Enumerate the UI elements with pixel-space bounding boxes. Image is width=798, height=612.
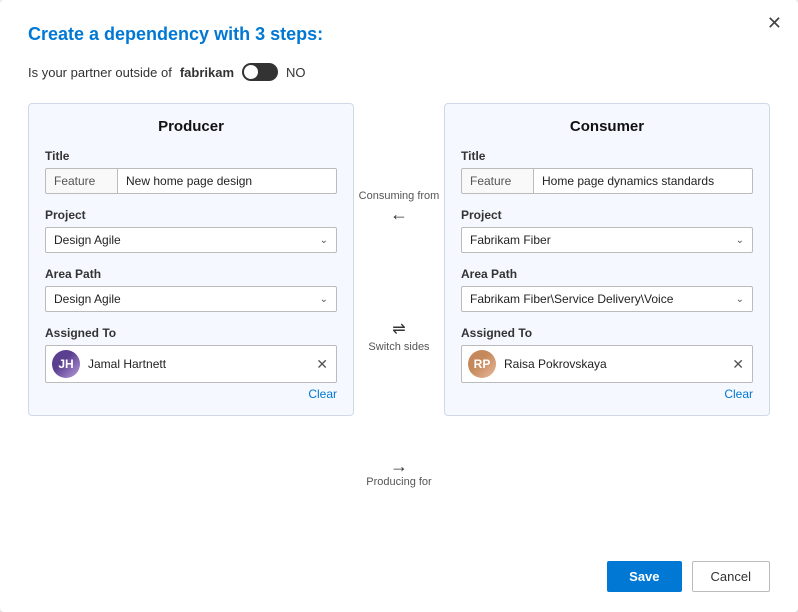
consumer-area-path-label: Area Path xyxy=(461,267,753,281)
producer-assigned-label: Assigned To xyxy=(45,326,337,340)
producer-title-value[interactable]: New home page design xyxy=(117,168,337,194)
consumer-panel: Consumer Title Feature Home page dynamic… xyxy=(444,103,770,416)
producer-clear-link[interactable]: Clear xyxy=(308,387,337,401)
dialog-footer: Save Cancel xyxy=(28,551,770,592)
partner-row: Is your partner outside of fabrikam NO xyxy=(28,63,770,81)
consumer-assigned-name: Raisa Pokrovskaya xyxy=(504,357,722,371)
middle-column: Consuming from ← ⇌ Switch sides → Produc… xyxy=(354,103,444,529)
create-dependency-dialog: ✕ Create a dependency with 3 steps: Is y… xyxy=(0,0,798,612)
producer-assigned-name: Jamal Hartnett xyxy=(88,357,306,371)
dialog-title: Create a dependency with 3 steps: xyxy=(28,24,770,45)
columns-wrapper: Producer Title Feature New home page des… xyxy=(28,103,770,529)
chevron-down-icon: ⌄ xyxy=(736,235,744,246)
chevron-down-icon: ⌄ xyxy=(320,235,328,246)
consumer-panel-title: Consumer xyxy=(461,118,753,135)
save-button[interactable]: Save xyxy=(607,561,681,592)
producer-project-dropdown[interactable]: Design Agile ⌄ xyxy=(45,227,337,253)
producer-project-value: Design Agile xyxy=(54,233,121,247)
producer-area-path-dropdown[interactable]: Design Agile ⌄ xyxy=(45,286,337,312)
producer-panel-title: Producer xyxy=(45,118,337,135)
consumer-title-section: Title Feature Home page dynamics standar… xyxy=(461,149,753,194)
cancel-button[interactable]: Cancel xyxy=(692,561,770,592)
producer-assigned-row: JH Jamal Hartnett ✕ xyxy=(45,345,337,383)
avatar: RP xyxy=(468,350,496,378)
producer-clear-link-row: Clear xyxy=(45,387,337,401)
consumer-assigned-row: RP Raisa Pokrovskaya ✕ xyxy=(461,345,753,383)
avatar: JH xyxy=(52,350,80,378)
consumer-area-path-dropdown[interactable]: Fabrikam Fiber\Service Delivery\Voice ⌄ xyxy=(461,286,753,312)
producer-title-row: Feature New home page design xyxy=(45,168,337,194)
consumer-project-label: Project xyxy=(461,208,753,222)
switch-sides-icon: ⇌ xyxy=(392,319,405,339)
consumer-title-value[interactable]: Home page dynamics standards xyxy=(533,168,753,194)
producer-panel: Producer Title Feature New home page des… xyxy=(28,103,354,416)
consumer-clear-assigned-button[interactable]: ✕ xyxy=(730,356,746,373)
toggle-knob xyxy=(244,65,258,79)
consumer-area-path-value: Fabrikam Fiber\Service Delivery\Voice xyxy=(470,292,673,306)
partner-name: fabrikam xyxy=(180,65,234,80)
producer-area-path-value: Design Agile xyxy=(54,292,121,306)
close-button[interactable]: ✕ xyxy=(767,14,782,32)
consumer-assigned-label: Assigned To xyxy=(461,326,753,340)
consumer-project-value: Fabrikam Fiber xyxy=(470,233,551,247)
toggle-container[interactable]: NO xyxy=(242,63,306,81)
chevron-down-icon: ⌄ xyxy=(736,294,744,305)
consuming-from-group: Consuming from ← xyxy=(359,189,440,223)
producer-project-label: Project xyxy=(45,208,337,222)
avatar-initials: JH xyxy=(52,350,80,378)
switch-sides-label: Switch sides xyxy=(368,341,429,353)
producer-title-type: Feature xyxy=(45,168,117,194)
consumer-clear-link-row: Clear xyxy=(461,387,753,401)
producer-clear-assigned-button[interactable]: ✕ xyxy=(314,356,330,373)
arrow-right-icon: → xyxy=(390,457,408,475)
producer-area-path-label: Area Path xyxy=(45,267,337,281)
producer-title-label: Title xyxy=(45,149,337,163)
arrow-left-icon: ← xyxy=(390,205,408,223)
consumer-title-type: Feature xyxy=(461,168,533,194)
chevron-down-icon: ⌄ xyxy=(320,294,328,305)
consumer-title-row: Feature Home page dynamics standards xyxy=(461,168,753,194)
producing-for-label: Producing for xyxy=(366,475,431,489)
avatar-initials: RP xyxy=(468,350,496,378)
outside-partner-toggle[interactable] xyxy=(242,63,278,81)
partner-outside-label: Is your partner outside of xyxy=(28,65,172,80)
toggle-state-label: NO xyxy=(286,65,306,80)
producing-for-group: → Producing for xyxy=(366,457,431,491)
consumer-clear-link[interactable]: Clear xyxy=(724,387,753,401)
consuming-from-label: Consuming from xyxy=(359,189,440,203)
consumer-title-label: Title xyxy=(461,149,753,163)
switch-sides-button[interactable]: ⇌ Switch sides xyxy=(368,319,429,353)
consumer-project-dropdown[interactable]: Fabrikam Fiber ⌄ xyxy=(461,227,753,253)
producer-title-section: Title Feature New home page design xyxy=(45,149,337,194)
